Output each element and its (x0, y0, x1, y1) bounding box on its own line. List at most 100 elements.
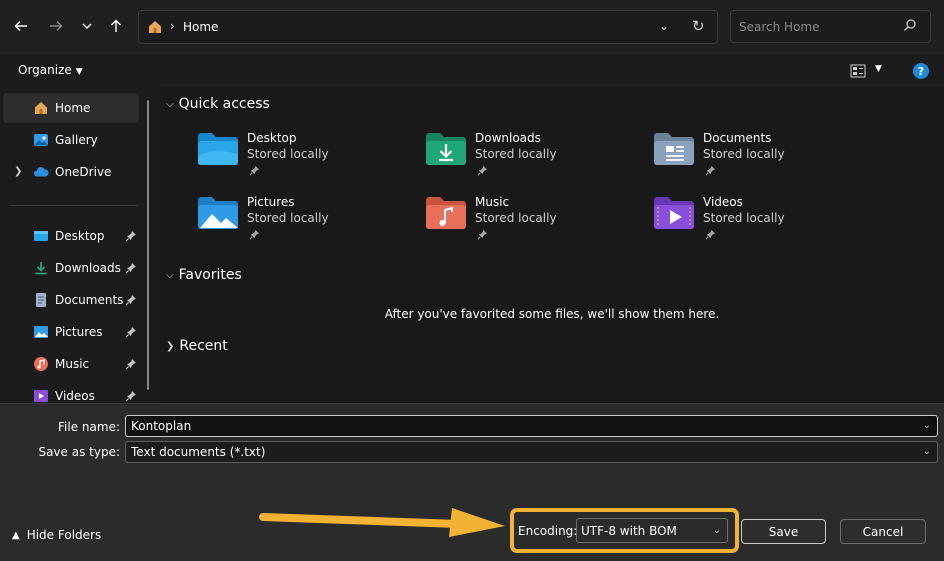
expand-chevron-icon[interactable]: ❯ (14, 166, 22, 177)
tile-status: Stored locally (475, 211, 557, 225)
pin-icon[interactable] (125, 358, 137, 373)
refresh-icon[interactable]: ↻ (692, 17, 705, 35)
tile-downloads[interactable]: Downloads Stored locally (424, 130, 624, 186)
section-title: Favorites (178, 267, 242, 283)
gallery-icon (33, 132, 49, 148)
tile-name: Pictures (247, 195, 295, 209)
save-as-type-label: Save as type: (38, 445, 120, 459)
view-options-caret-icon[interactable]: ▼ (875, 64, 882, 74)
section-recent[interactable]: ❯ Recent (166, 338, 228, 354)
address-dropdown-icon[interactable]: ⌄ (659, 19, 669, 33)
tile-status: Stored locally (475, 147, 557, 161)
save-as-type-select[interactable]: Text documents (*.txt) ⌄ (125, 441, 938, 463)
pin-icon[interactable] (125, 390, 137, 403)
sidebar-scrollbar[interactable] (147, 100, 149, 390)
tile-videos[interactable]: Videos Stored locally (652, 194, 852, 250)
tile-status: Stored locally (703, 147, 785, 161)
collapse-chevron-icon: ⌵ (166, 98, 174, 110)
breadcrumb-home[interactable]: Home (183, 20, 218, 34)
pin-icon (477, 165, 488, 179)
onedrive-cloud-icon (33, 164, 49, 180)
documents-folder-icon (652, 130, 696, 171)
videos-folder-icon (652, 194, 696, 235)
tile-documents[interactable]: Documents Stored locally (652, 130, 852, 186)
section-favorites[interactable]: ⌵ Favorites (166, 267, 242, 283)
download-icon (33, 260, 49, 276)
filename-value: Kontoplan (131, 419, 192, 433)
pin-icon (705, 229, 716, 243)
sidebar-item-onedrive[interactable]: ❯ OneDrive (3, 157, 139, 187)
sidebar-item-label: Downloads (55, 261, 121, 275)
filename-label: File name: (58, 420, 120, 434)
pin-icon[interactable] (125, 230, 137, 245)
pin-icon[interactable] (125, 262, 137, 277)
sidebar-item-gallery[interactable]: Gallery (3, 125, 139, 155)
back-button[interactable] (8, 13, 34, 39)
home-icon (147, 19, 163, 38)
sidebar-item-desktop[interactable]: Desktop (3, 221, 139, 251)
sidebar-item-pictures[interactable]: Pictures (3, 317, 139, 347)
home-icon (33, 100, 49, 116)
tile-name: Videos (703, 195, 743, 209)
sidebar-item-label: Home (55, 101, 91, 115)
forward-button[interactable] (43, 13, 69, 39)
tile-status: Stored locally (247, 147, 329, 161)
change-view-button[interactable] (850, 63, 866, 82)
hide-folders-label: Hide Folders (26, 528, 102, 542)
tile-status: Stored locally (703, 211, 785, 225)
sidebar-item-music[interactable]: Music (3, 349, 139, 379)
organize-button[interactable]: Organize ▼ (18, 63, 83, 77)
search-input[interactable]: Search Home (730, 10, 931, 43)
collapse-chevron-icon: ⌵ (166, 269, 174, 281)
sidebar-item-downloads[interactable]: Downloads (3, 253, 139, 283)
downloads-folder-icon (424, 130, 468, 171)
music-folder-icon (424, 194, 468, 235)
section-title: Quick access (178, 96, 270, 112)
sidebar-item-label: Documents (55, 293, 124, 307)
section-title: Recent (179, 338, 228, 354)
breadcrumb-separator-icon: › (170, 19, 175, 33)
pin-icon[interactable] (125, 294, 137, 309)
chevron-down-icon (82, 23, 92, 29)
search-icon (903, 18, 917, 35)
up-button[interactable] (103, 13, 129, 39)
sidebar-item-label: Pictures (55, 325, 103, 339)
recent-locations-button[interactable] (74, 13, 100, 39)
save-as-type-value: Text documents (*.txt) (131, 445, 266, 459)
sidebar-item-label: Music (55, 357, 90, 371)
save-button[interactable]: Save (741, 519, 826, 544)
cancel-button[interactable]: Cancel (840, 519, 926, 544)
section-quick-access[interactable]: ⌵ Quick access (166, 96, 270, 112)
tile-name: Music (475, 195, 510, 209)
pin-icon (249, 165, 260, 179)
help-button[interactable]: ? (913, 63, 929, 79)
sidebar-item-videos[interactable]: Videos (3, 381, 139, 403)
favorites-empty-message: After you've favorited some files, we'll… (384, 307, 720, 321)
pin-icon (249, 229, 260, 243)
filename-field[interactable]: Kontoplan ⌄ (125, 415, 938, 437)
encoding-select[interactable]: UTF-8 with BOM ⌄ (576, 518, 728, 543)
pin-icon[interactable] (125, 326, 137, 341)
desktop-folder-icon (33, 228, 49, 244)
hide-folders-button[interactable]: ▲ Hide Folders (12, 528, 101, 542)
navigation-bar: › Home ⌄ ↻ Search Home (0, 0, 944, 55)
tile-name: Documents (703, 131, 772, 145)
tile-pictures[interactable]: Pictures Stored locally (196, 194, 396, 250)
chevron-down-icon[interactable]: ⌄ (923, 420, 931, 431)
arrow-left-icon (14, 21, 27, 31)
pin-icon (477, 229, 488, 243)
pin-icon (705, 165, 716, 179)
save-options-panel: File name: Kontoplan ⌄ Save as type: Tex… (0, 403, 944, 561)
chevron-down-icon[interactable]: ⌄ (923, 446, 931, 457)
sidebar-item-home[interactable]: Home (3, 93, 139, 123)
tile-desktop[interactable]: Desktop Stored locally (196, 130, 396, 186)
chevron-up-icon: ▲ (12, 529, 20, 541)
chevron-down-icon[interactable]: ⌄ (713, 525, 721, 536)
sidebar-item-label: Desktop (55, 229, 105, 243)
sidebar-item-documents[interactable]: Documents (3, 285, 139, 315)
tile-music[interactable]: Music Stored locally (424, 194, 624, 250)
organize-label: Organize (18, 63, 72, 77)
caret-down-icon: ▼ (75, 67, 83, 77)
music-icon (33, 356, 49, 372)
address-bar[interactable]: › Home ⌄ ↻ (138, 10, 718, 44)
